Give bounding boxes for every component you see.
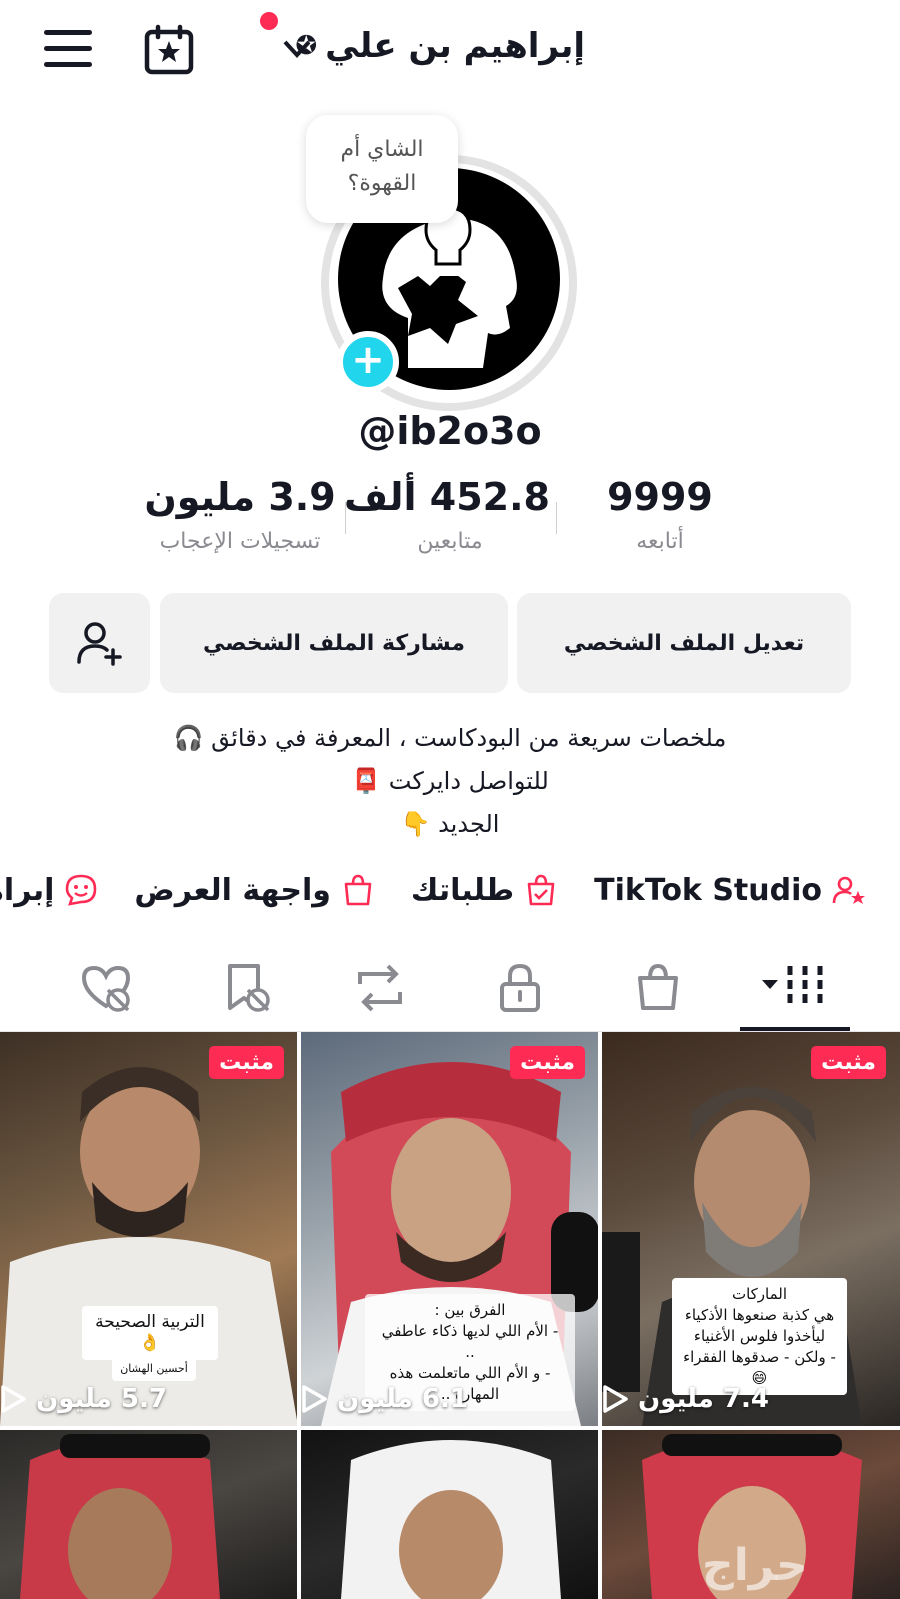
shop-tab[interactable]	[630, 960, 686, 1016]
reposts-tab[interactable]	[352, 960, 408, 1016]
play-icon	[603, 1385, 628, 1413]
grid-gap	[598, 1032, 602, 1599]
caption-line: ليأخذوا فلوس الأغنياء	[693, 1327, 826, 1345]
video-tile[interactable]	[0, 1430, 298, 1599]
view-count: 5.7 مليون	[0, 1384, 282, 1414]
grid-gap	[297, 1032, 301, 1599]
link-label: إبراهيم	[0, 872, 55, 908]
video-tile[interactable]	[301, 1430, 599, 1599]
caption-line: هي كذبة صنعوها الأذكياء	[684, 1306, 835, 1324]
followers-count: 452.8 ألف	[344, 475, 550, 519]
favorites-tab[interactable]	[218, 960, 274, 1016]
shopping-bag-icon	[344, 874, 372, 906]
watermark: حراج	[702, 1540, 808, 1591]
lock-icon	[500, 963, 540, 1012]
play-icon	[1, 1385, 26, 1413]
subscription-link[interactable]: إبراهيم	[0, 873, 98, 908]
pinned-badge: مثبت	[510, 1046, 585, 1079]
videos-grid-icon	[762, 966, 823, 1004]
view-count: 6.1 مليون	[301, 1384, 583, 1414]
star-badge-icon: ✪	[295, 31, 318, 61]
video-tile[interactable]: مثبت التربية الصحيحة 👌 أحسين الهشان 5.7 …	[0, 1032, 298, 1426]
repost-icon	[358, 964, 402, 1012]
videos-tab[interactable]	[760, 960, 823, 1016]
view-count-text: 6.1 مليون	[337, 1384, 468, 1414]
menu-icon[interactable]	[44, 30, 92, 70]
add-story-button[interactable]: +	[337, 331, 399, 393]
order-bag-icon	[527, 874, 555, 906]
video-tile[interactable]: حراج	[602, 1430, 900, 1599]
orders-link[interactable]: طلباتك	[411, 873, 558, 908]
view-count-text: 5.7 مليون	[36, 1384, 167, 1414]
caption-line: - الأم اللي لديها ذكاء عاطفي ..	[381, 1322, 559, 1361]
liked-hidden-icon	[81, 965, 131, 1012]
stat-divider	[556, 502, 557, 534]
profile-handle: @ib2o3o	[358, 409, 542, 453]
note-bubble[interactable]: الشاي أم القهوة؟	[306, 115, 458, 223]
caption-line: الماركات	[731, 1285, 788, 1303]
face-bubble-icon	[66, 874, 97, 906]
person-star-icon	[832, 876, 865, 904]
link-label: واجهة العرض	[134, 872, 331, 908]
calendar-star-icon[interactable]	[143, 24, 195, 76]
pinned-badge: مثبت	[209, 1046, 284, 1079]
video-caption: التربية الصحيحة 👌	[82, 1306, 218, 1360]
following-stat[interactable]: 9999 أتابعه	[560, 475, 760, 554]
link-label: TikTok Studio	[594, 872, 822, 908]
likes-stat: 3.9 مليون تسجيلات الإعجاب	[140, 475, 340, 554]
bio-line-1: ملخصات سريعة من البودكاست ، المعرفة في د…	[173, 724, 727, 752]
notification-dot	[260, 12, 278, 30]
following-count: 9999	[607, 475, 713, 519]
play-icon	[302, 1385, 327, 1413]
video-caption: الماركات هي كذبة صنعوها الأذكياء ليأخذوا…	[672, 1278, 847, 1395]
view-count: 7.4 مليون	[602, 1384, 884, 1414]
link-label: طلباتك	[410, 872, 515, 908]
liked-tab[interactable]	[78, 960, 134, 1016]
video-tile[interactable]: مثبت الفرق بين : - الأم اللي لديها ذكاء …	[301, 1032, 599, 1426]
shop-bag-icon	[638, 963, 678, 1010]
pinned-badge: مثبت	[811, 1046, 886, 1079]
caption-line: الفرق بين :	[434, 1301, 506, 1319]
bio-line-3: الجديد 👇	[400, 810, 500, 838]
account-switcher[interactable]: إبراهيم بن علي ✪	[295, 26, 585, 66]
note-line-2: القهوة؟	[347, 171, 417, 196]
favorites-hidden-icon	[228, 964, 270, 1012]
private-tab[interactable]	[492, 960, 548, 1016]
view-count-text: 7.4 مليون	[638, 1384, 769, 1414]
likes-count: 3.9 مليون	[144, 475, 336, 519]
grid-gap	[0, 1426, 900, 1430]
video-caption-credit: أحسين الهشان	[112, 1356, 196, 1381]
caption-line: - ولكن - صدقوها الفقراء 😄	[683, 1348, 836, 1387]
profile-links-row: TikTok Studio طلباتك واجهة العرض إبراهيم	[0, 868, 900, 912]
showcase-link[interactable]: واجهة العرض	[134, 873, 375, 908]
followers-stat[interactable]: 452.8 ألف متابعين	[344, 475, 550, 554]
likes-label: تسجيلات الإعجاب	[159, 529, 321, 554]
note-line-1: الشاي أم	[340, 137, 424, 162]
following-label: أتابعه	[636, 529, 684, 554]
account-name: إبراهيم بن علي	[325, 26, 585, 66]
share-profile-button[interactable]: مشاركة الملف الشخصي	[160, 593, 508, 693]
tiktok-studio-link[interactable]: TikTok Studio	[594, 873, 866, 908]
followers-label: متابعين	[417, 529, 483, 554]
edit-profile-button[interactable]: تعديل الملف الشخصي	[517, 593, 851, 693]
caption-line: التربية الصحيحة 👌	[95, 1312, 205, 1353]
add-friends-button[interactable]	[49, 593, 150, 693]
video-tile[interactable]: مثبت الماركات هي كذبة صنعوها الأذكياء لي…	[602, 1032, 900, 1426]
bio-line-2: للتواصل دايركت 📮	[351, 767, 549, 795]
add-person-icon	[76, 622, 122, 666]
